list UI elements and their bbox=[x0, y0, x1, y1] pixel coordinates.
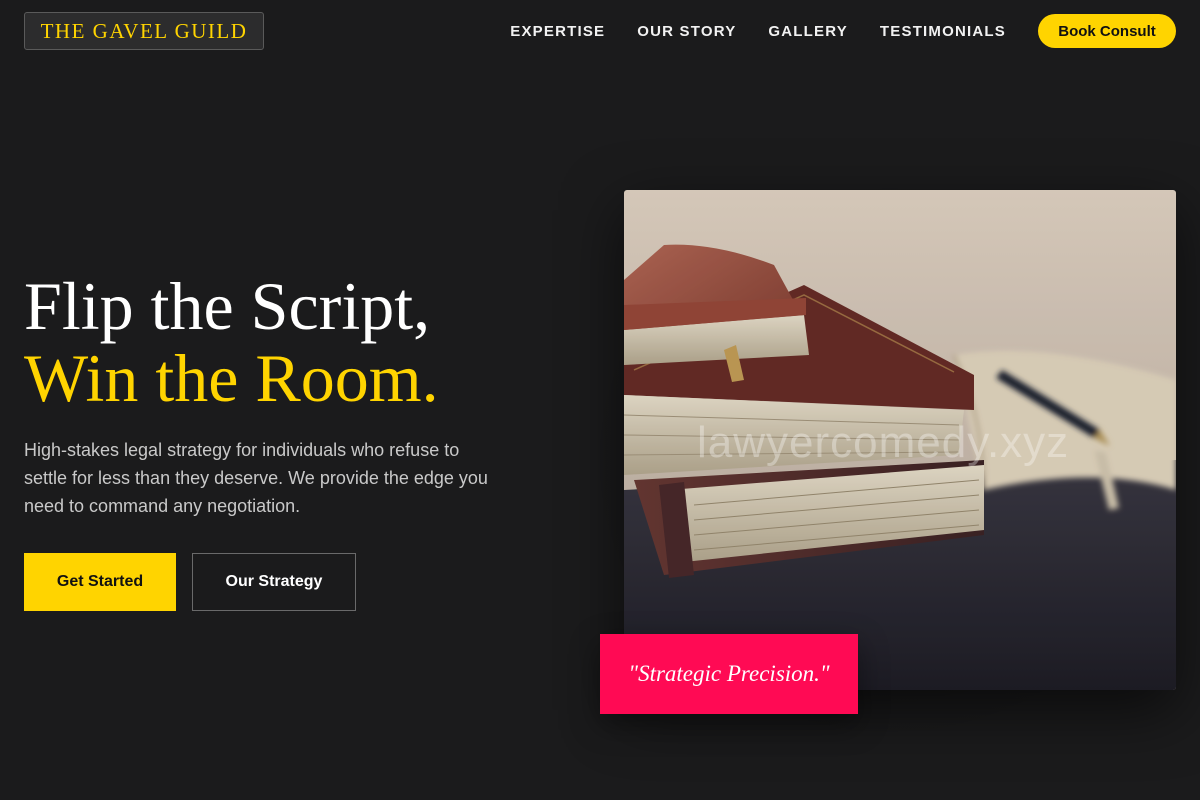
main-nav: EXPERTISE OUR STORY GALLERY TESTIMONIALS… bbox=[510, 14, 1176, 48]
nav-link-our-story[interactable]: OUR STORY bbox=[637, 23, 736, 40]
logo[interactable]: THE GAVEL GUILD bbox=[24, 12, 264, 50]
our-strategy-button[interactable]: Our Strategy bbox=[192, 553, 356, 611]
quote-badge: "Strategic Precision." bbox=[600, 634, 858, 714]
image-watermark: lawyercomedy.xyz bbox=[697, 418, 1070, 467]
site-header: THE GAVEL GUILD EXPERTISE OUR STORY GALL… bbox=[0, 0, 1200, 62]
hero-headline: Flip the Script, Win the Room. bbox=[24, 270, 584, 414]
headline-line-2: Win the Room. bbox=[24, 340, 439, 416]
get-started-button[interactable]: Get Started bbox=[24, 553, 176, 611]
nav-link-gallery[interactable]: GALLERY bbox=[768, 23, 848, 40]
book-consult-button[interactable]: Book Consult bbox=[1038, 14, 1176, 48]
nav-link-expertise[interactable]: EXPERTISE bbox=[510, 23, 605, 40]
hero-subtext: High-stakes legal strategy for individua… bbox=[24, 440, 488, 516]
nav-link-testimonials[interactable]: TESTIMONIALS bbox=[880, 23, 1006, 40]
headline-line-1: Flip the Script, bbox=[24, 268, 431, 344]
